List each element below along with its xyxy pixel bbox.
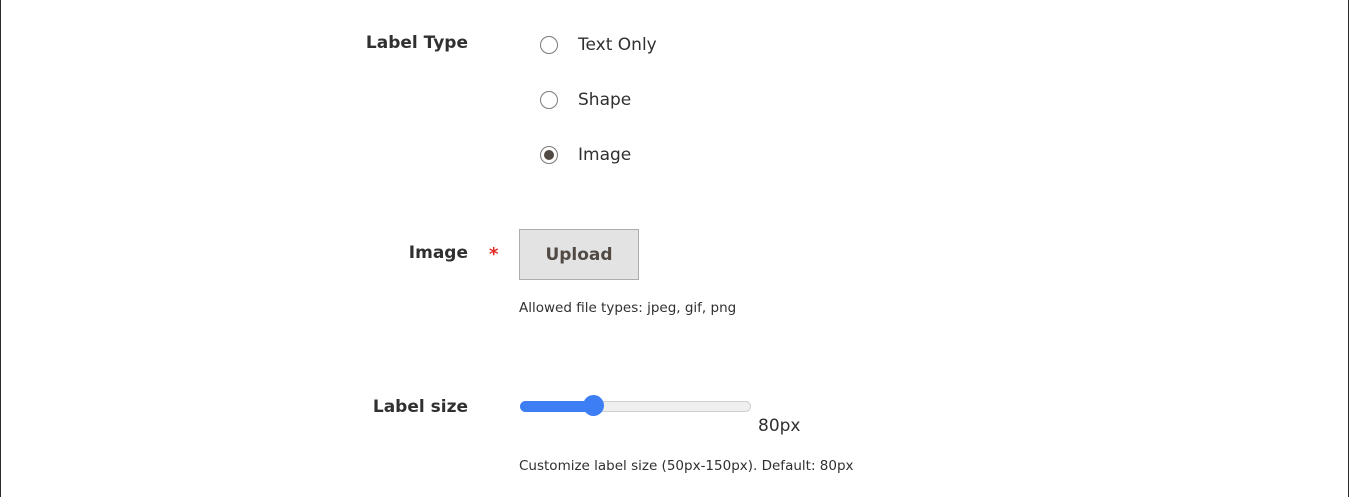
slider-thumb[interactable] bbox=[582, 395, 604, 416]
form-frame: Label Type Text Only Shape Image Image *… bbox=[0, 0, 1349, 497]
radio-shape[interactable] bbox=[540, 91, 558, 109]
image-label: Image bbox=[408, 243, 468, 263]
label-size-value: 80px bbox=[758, 416, 801, 436]
radio-option-shape[interactable]: Shape bbox=[540, 87, 631, 113]
label-type-label: Label Type bbox=[365, 33, 468, 53]
radio-label-text-only: Text Only bbox=[578, 35, 657, 55]
slider-fill bbox=[520, 401, 593, 412]
radio-image[interactable] bbox=[540, 146, 558, 164]
radio-text-only[interactable] bbox=[540, 36, 558, 54]
label-size-note: Customize label size (50px-150px). Defau… bbox=[519, 458, 854, 474]
radio-label-shape: Shape bbox=[578, 90, 632, 110]
required-mark: * bbox=[489, 244, 499, 265]
radio-option-text-only[interactable]: Text Only bbox=[540, 32, 657, 58]
label-size-slider[interactable] bbox=[520, 395, 751, 416]
radio-option-image[interactable]: Image bbox=[540, 142, 631, 168]
upload-button[interactable]: Upload bbox=[519, 229, 639, 280]
label-size-label: Label size bbox=[372, 397, 468, 417]
allowed-file-types-note: Allowed file types: jpeg, gif, png bbox=[519, 300, 737, 316]
radio-label-image: Image bbox=[578, 145, 632, 165]
